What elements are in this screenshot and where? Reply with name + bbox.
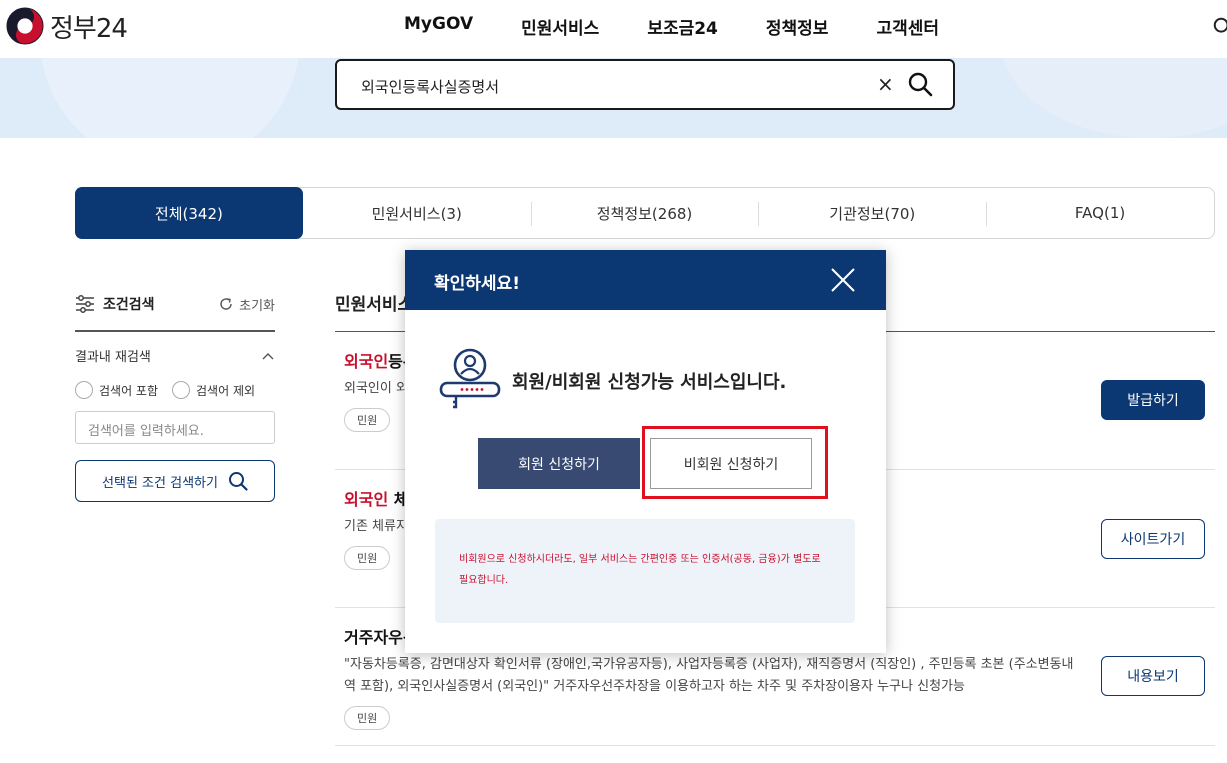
tab-agency-info[interactable]: 기관정보(70)	[758, 188, 986, 238]
category-tag: 민원	[344, 706, 391, 730]
filter-panel: 조건검색 초기화 결과내 재검색 검색어 포함 검색어 제외 검색어를 입력하세…	[75, 290, 275, 502]
member-apply-button[interactable]: 회원 신청하기	[478, 438, 640, 489]
radio-exclude-label: 검색어 제외	[196, 383, 256, 398]
modal-title: 확인하세요!	[434, 274, 520, 294]
radio-include[interactable]: 검색어 포함	[75, 381, 158, 399]
reset-label: 초기화	[239, 298, 275, 314]
radio-circle[interactable]	[172, 381, 191, 399]
search-icon[interactable]	[907, 71, 933, 97]
search-mode-radios: 검색어 포함 검색어 제외	[75, 381, 275, 399]
nav-customer-center[interactable]: 고객센터	[876, 14, 939, 39]
chevron-up-icon	[262, 352, 274, 359]
banner-decoration	[1000, 58, 1227, 138]
confirm-modal: 확인하세요! 회원/비회원 신청가능 서비스입니다. 회원 신청하기 비회원 신…	[405, 250, 886, 653]
modal-header: 확인하세요!	[405, 250, 886, 310]
filter-header: 조건검색 초기화	[75, 290, 275, 332]
filter-title-label: 조건검색	[103, 297, 155, 313]
modal-message: 회원/비회원 신청가능 서비스입니다.	[438, 345, 786, 417]
category-tag: 민원	[344, 408, 391, 432]
nav-mygov[interactable]: MyGOV	[404, 14, 473, 39]
nav-policy-info[interactable]: 정책정보	[766, 14, 829, 39]
research-toggle[interactable]: 결과내 재검색	[75, 346, 275, 365]
filter-title: 조건검색	[75, 294, 155, 314]
tab-faq[interactable]: FAQ(1)	[986, 188, 1214, 238]
search-input[interactable]: 외국인등록사실증명서 ×	[335, 59, 955, 110]
guest-apply-button[interactable]: 비회원 신청하기	[650, 438, 812, 489]
clear-icon[interactable]: ×	[877, 72, 894, 96]
tab-civil-service[interactable]: 민원서비스(3)	[303, 188, 531, 238]
view-details-button[interactable]: 내용보기	[1101, 656, 1205, 696]
issue-button[interactable]: 발급하기	[1101, 380, 1205, 420]
main-nav: MyGOV 민원서비스 보조금24 정책정보 고객센터	[404, 14, 987, 39]
modal-message-text: 회원/비회원 신청가능 서비스입니다.	[512, 372, 787, 393]
sliders-icon	[76, 295, 94, 313]
close-icon[interactable]	[829, 266, 857, 294]
notice-box: 비회원으로 신청하시더라도, 일부 서비스는 간편인증 또는 인증서(공동, 금…	[435, 519, 855, 623]
reset-button[interactable]: 초기화	[218, 295, 275, 314]
filter-keyword-field[interactable]: 검색어를 입력하세요.	[75, 411, 275, 444]
logo-text: 정부24	[50, 13, 128, 44]
tab-policy-info[interactable]: 정책정보(268)	[530, 188, 759, 238]
radio-circle[interactable]	[75, 381, 93, 399]
search-query-text: 외국인등록사실증명서	[361, 78, 500, 96]
tab-all[interactable]: 전체(342)	[75, 187, 303, 239]
nav-civil-service[interactable]: 민원서비스	[521, 14, 599, 39]
banner-decoration	[40, 58, 300, 138]
radio-exclude[interactable]: 검색어 제외	[172, 381, 255, 399]
visit-site-button[interactable]: 사이트가기	[1101, 519, 1205, 559]
taegeuk-logo-icon	[6, 7, 44, 45]
refresh-icon	[220, 298, 232, 310]
filter-search-button[interactable]: 선택된 조건 검색하기	[75, 460, 275, 502]
result-tabs: 전체(342) 민원서비스(3) 정책정보(268) 기관정보(70) FAQ(…	[75, 187, 1215, 239]
title-highlight: 외국인	[344, 490, 389, 509]
title-highlight: 외국인	[344, 352, 389, 371]
filter-search-label: 선택된 조건 검색하기	[102, 475, 218, 491]
user-id-card-icon	[439, 348, 501, 409]
header-search-icon[interactable]	[1212, 16, 1227, 38]
nav-subsidy24[interactable]: 보조금24	[647, 14, 718, 39]
site-header: 정부24 MyGOV 민원서비스 보조금24 정책정보 고객센터	[0, 0, 1227, 58]
radio-include-label: 검색어 포함	[99, 383, 159, 398]
site-logo[interactable]: 정부24	[6, 7, 128, 45]
item-description: "자동차등록증, 감면대상자 확인서류 (장애인,국가유공자등), 사업자등록증…	[344, 657, 1074, 694]
research-label: 결과내 재검색	[75, 350, 151, 365]
category-tag: 민원	[344, 546, 391, 570]
search-icon	[228, 472, 248, 491]
